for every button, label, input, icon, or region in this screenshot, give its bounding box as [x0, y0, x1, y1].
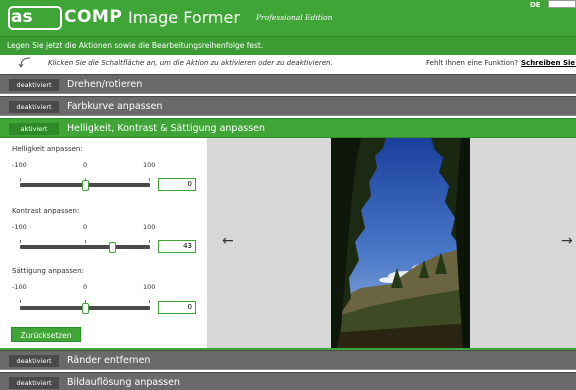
contrast-slider-track[interactable]	[20, 245, 150, 249]
saturation-value-input[interactable]: 0	[158, 301, 196, 314]
reset-button[interactable]: Zurücksetzen	[11, 327, 81, 342]
contrast-label: Kontrast anpassen:	[12, 207, 80, 215]
tick-label: 100	[143, 223, 156, 231]
tick-mark	[149, 300, 150, 303]
toggle-button[interactable]: deaktiviert	[9, 79, 59, 91]
hint-text: Klicken Sie die Schaltfläche an, um die …	[48, 59, 333, 67]
contrast-slider-handle[interactable]	[109, 242, 117, 253]
instruction-text: Legen Sie jetzt die Aktionen sowie die B…	[7, 41, 264, 50]
tick-mark	[149, 240, 150, 243]
preview-photo	[331, 138, 470, 348]
toggle-button[interactable]: aktiviert	[9, 123, 59, 135]
section-title: Farbkurve anpassen	[67, 101, 163, 112]
contrast-value-input[interactable]: 43	[158, 240, 196, 253]
curved-arrow-icon	[18, 57, 31, 68]
tick-label: 100	[143, 283, 156, 291]
tick-label: -100	[12, 161, 27, 169]
section-remove-borders[interactable]: deaktiviert Ränder entfernen	[0, 350, 576, 370]
section-title: Helligkeit, Kontrast & Sättigung anpasse…	[67, 123, 266, 134]
tick-label: -100	[12, 223, 27, 231]
section-color-curve[interactable]: deaktiviert Farbkurve anpassen	[0, 96, 576, 116]
saturation-slider-handle[interactable]	[81, 303, 89, 314]
tick-label: 0	[83, 283, 88, 291]
section-title: Drehen/rotieren	[67, 79, 143, 90]
toggle-button[interactable]: deaktiviert	[9, 101, 59, 113]
language-switch[interactable]: DE	[530, 1, 541, 10]
next-image-arrow-icon[interactable]: →	[561, 234, 573, 248]
logo-mark: as	[11, 7, 33, 27]
missing-function-text: Fehlt Ihnen eine Funktion?	[426, 59, 519, 67]
brightness-value-input[interactable]: 0	[158, 178, 196, 191]
tick-mark	[20, 240, 21, 243]
section-brightness-contrast[interactable]: aktiviert Helligkeit, Kontrast & Sättigu…	[0, 118, 576, 138]
tick-label: 0	[83, 161, 88, 169]
section-title: Bildauflösung anpassen	[67, 377, 180, 388]
tick-label: -100	[12, 283, 27, 291]
brightness-slider-handle[interactable]	[81, 180, 89, 191]
contact-link[interactable]: Schreiben Sie u	[521, 58, 576, 68]
section-rotate[interactable]: deaktiviert Drehen/rotieren	[0, 74, 576, 94]
tick-mark	[20, 300, 21, 303]
section-title: Ränder entfernen	[67, 355, 151, 366]
tick-mark	[20, 178, 21, 181]
logo-wordmark: COMP	[64, 7, 123, 27]
tick-label: 0	[83, 223, 88, 231]
brightness-label: Helligkeit anpassen:	[12, 145, 83, 153]
tick-label: 100	[143, 161, 156, 169]
previous-image-arrow-icon[interactable]: ←	[222, 234, 234, 248]
tick-mark	[149, 178, 150, 181]
tick-mark	[85, 240, 86, 243]
app-title: Image Former	[128, 8, 240, 27]
edition-label: Professional Edition	[256, 13, 333, 22]
toggle-button[interactable]: deaktiviert	[9, 377, 59, 389]
language-flag-icon[interactable]	[548, 0, 576, 8]
toggle-button[interactable]: deaktiviert	[9, 355, 59, 367]
saturation-label: Sättigung anpassen:	[12, 267, 85, 275]
section-image-resolution[interactable]: deaktiviert Bildauflösung anpassen	[0, 372, 576, 390]
